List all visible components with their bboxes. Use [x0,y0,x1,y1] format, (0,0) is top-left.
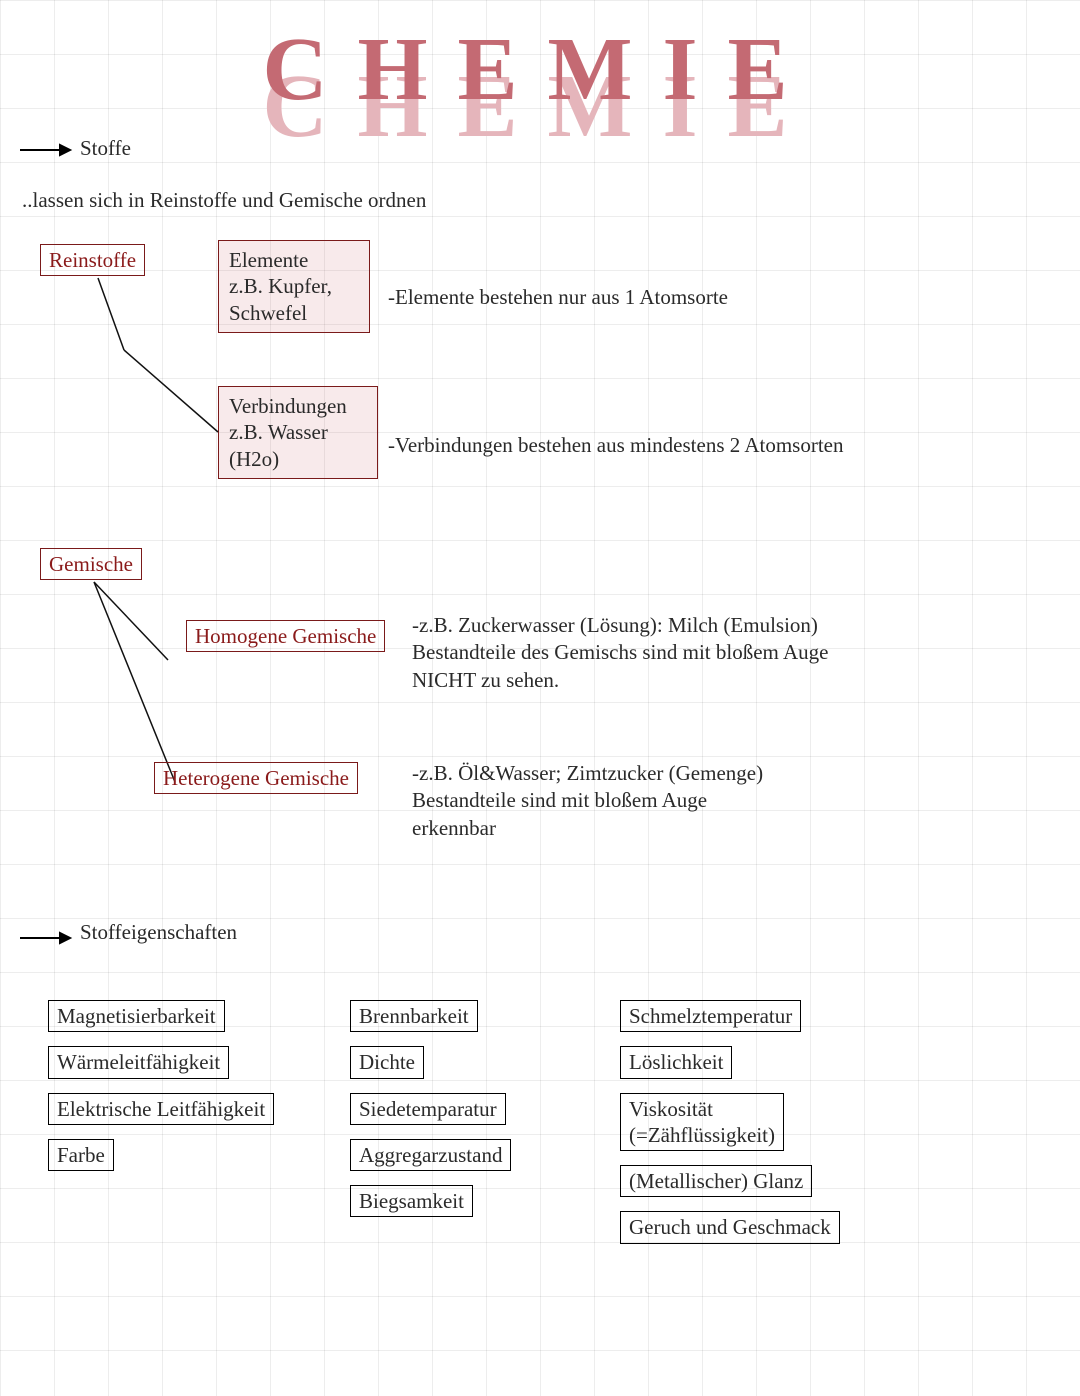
box-gemische: Gemische [40,548,142,580]
arrow-icon [18,928,73,948]
prop-box: Brennbarkeit [350,1000,478,1032]
section-heading-stoffeigenschaften: Stoffeigenschaften [80,920,237,945]
prop-box: Biegsamkeit [350,1185,473,1217]
prop-box: Löslichkeit [620,1046,732,1078]
note-heterogen: -z.B. Öl&Wasser; Zimtzucker (Gemenge) Be… [412,760,763,842]
properties-col-3: Schmelztemperatur Löslichkeit Viskosität… [620,1000,840,1244]
prop-box: Farbe [48,1139,114,1171]
prop-box: Geruch und Geschmack [620,1211,840,1243]
properties-col-1: Magnetisierbarkeit Wärmeleitfähigkeit El… [48,1000,274,1171]
prop-box: (Metallischer) Glanz [620,1165,812,1197]
prop-box: Aggregarzustand [350,1139,511,1171]
prop-box: Wärmeleitfähigkeit [48,1046,229,1078]
connectors [0,0,1080,1396]
prop-box: Elektrische Leitfähigkeit [48,1093,274,1125]
properties-col-2: Brennbarkeit Dichte Siedetemparatur Aggr… [350,1000,511,1217]
prop-box: Siedetemparatur [350,1093,506,1125]
prop-box: Viskosität (=Zähflüssigkeit) [620,1093,784,1152]
prop-box: Schmelztemperatur [620,1000,801,1032]
box-homogen: Homogene Gemische [186,620,385,652]
prop-box: Dichte [350,1046,424,1078]
prop-box: Magnetisierbarkeit [48,1000,225,1032]
note-homogen: -z.B. Zuckerwasser (Lösung): Milch (Emul… [412,612,828,694]
box-heterogen: Heterogene Gemische [154,762,358,794]
